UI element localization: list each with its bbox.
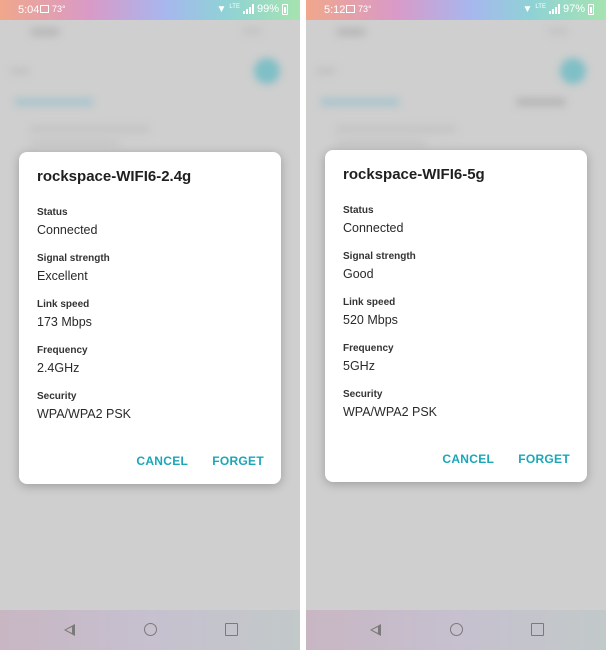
phone-screen-left: 5:04 73° ▼ LTE 99% rockspace-WIFI6-2.4g … [0, 0, 300, 650]
field-label: Security [343, 389, 383, 400]
signal-strength-icon [548, 4, 560, 14]
wifi-icon: ▼ [522, 3, 533, 15]
field-value: 520 Mbps [343, 313, 398, 327]
cancel-button[interactable]: CANCEL [442, 452, 494, 466]
field-label: Status [37, 207, 68, 218]
status-temperature: 73° [52, 4, 66, 14]
dialog-actions: CANCEL FORGET [136, 454, 264, 468]
status-field: Status Connected [343, 205, 403, 236]
status-right-group: ▼ LTE 97% [522, 3, 594, 15]
signal-strength-icon [242, 4, 254, 14]
status-bar: 5:12 73° ▼ LTE 97% [306, 0, 606, 20]
forget-button[interactable]: FORGET [212, 454, 264, 468]
forget-button[interactable]: FORGET [518, 452, 570, 466]
field-value: WPA/WPA2 PSK [37, 407, 132, 421]
battery-percent: 99% [256, 3, 279, 15]
frequency-field: Frequency 5GHz [343, 343, 394, 374]
status-field: Status Connected [37, 207, 97, 238]
field-label: Status [343, 205, 374, 216]
dialog-actions: CANCEL FORGET [442, 452, 570, 466]
image-notification-icon [346, 5, 355, 13]
recents-icon[interactable] [225, 623, 238, 636]
field-label: Link speed [343, 297, 396, 308]
navigation-bar [0, 610, 300, 650]
field-label: Link speed [37, 299, 90, 310]
field-label: Signal strength [343, 251, 416, 262]
wifi-network-dialog: rockspace-WIFI6-5g Status Connected Sign… [325, 150, 587, 482]
status-bar: 5:04 73° ▼ LTE 99% [0, 0, 300, 20]
recents-icon[interactable] [531, 623, 544, 636]
wifi-network-dialog: rockspace-WIFI6-2.4g Status Connected Si… [19, 152, 281, 484]
link-speed-field: Link speed 173 Mbps [37, 299, 92, 330]
security-field: Security WPA/WPA2 PSK [37, 391, 131, 422]
network-type: LTE [229, 3, 240, 10]
field-value: Good [343, 267, 374, 281]
dialog-title: rockspace-WIFI6-5g [343, 166, 485, 183]
status-time: 5:04 [18, 4, 40, 16]
navigation-bar [306, 610, 606, 650]
status-time: 5:12 [324, 4, 346, 16]
field-value: Connected [37, 223, 98, 237]
field-value: WPA/WPA2 PSK [343, 405, 438, 419]
dialog-title: rockspace-WIFI6-2.4g [37, 168, 192, 185]
home-icon[interactable] [144, 623, 157, 636]
field-value: 2.4GHz [37, 361, 80, 375]
field-value: 173 Mbps [37, 315, 92, 329]
signal-strength-field: Signal strength Good [343, 251, 416, 282]
battery-icon [282, 3, 288, 15]
image-notification-icon [40, 5, 49, 13]
home-icon[interactable] [450, 623, 463, 636]
back-icon[interactable] [370, 624, 381, 636]
field-value: Excellent [37, 269, 88, 283]
field-label: Signal strength [37, 253, 110, 264]
field-value: Connected [343, 221, 404, 235]
frequency-field: Frequency 2.4GHz [37, 345, 88, 376]
status-right-group: ▼ LTE 99% [216, 3, 288, 15]
wifi-icon: ▼ [216, 3, 227, 15]
network-type: LTE [535, 3, 546, 10]
field-label: Security [37, 391, 77, 402]
field-label: Frequency [37, 345, 88, 356]
battery-icon [588, 3, 594, 15]
field-value: 5GHz [343, 359, 375, 373]
security-field: Security WPA/WPA2 PSK [343, 389, 437, 420]
signal-strength-field: Signal strength Excellent [37, 253, 110, 284]
cancel-button[interactable]: CANCEL [136, 454, 188, 468]
back-icon[interactable] [64, 624, 75, 636]
link-speed-field: Link speed 520 Mbps [343, 297, 398, 328]
phone-screen-right: 5:12 73° ▼ LTE 97% rockspace-WIFI6-5g St… [306, 0, 606, 650]
status-temperature: 73° [358, 4, 372, 14]
battery-percent: 97% [562, 3, 585, 15]
field-label: Frequency [343, 343, 394, 354]
